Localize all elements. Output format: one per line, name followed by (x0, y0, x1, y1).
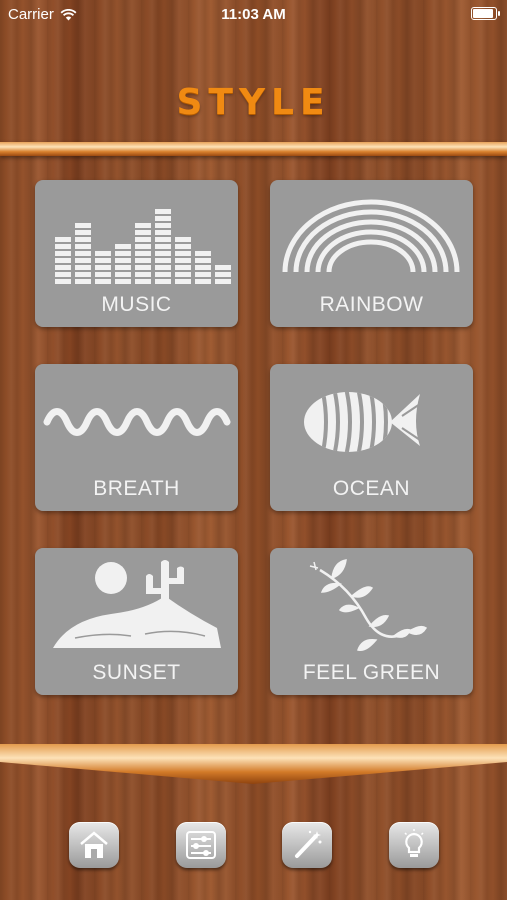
equalizer-segment (55, 258, 71, 263)
equalizer-segment (155, 251, 171, 256)
magic-wand-icon (295, 830, 322, 858)
home-icon (80, 831, 108, 858)
tile-label-ocean: OCEAN (332, 477, 411, 500)
bottom-divider-band (0, 744, 507, 784)
equalizer-segment (115, 244, 131, 249)
equalizer-segment (135, 237, 151, 242)
equalizer-segment (115, 265, 131, 270)
tile-label-music: MUSIC (101, 293, 172, 316)
equalizer-segment (75, 223, 91, 228)
equalizer-segment (195, 251, 211, 256)
equalizer-segment (55, 244, 71, 249)
equalizer-segment (175, 237, 191, 242)
tile-ocean[interactable]: OCEAN (270, 364, 473, 511)
equalizer-segment (55, 251, 71, 256)
equalizer-segment (135, 265, 151, 270)
equalizer-segment (95, 279, 111, 284)
equalizer-segment (75, 244, 91, 249)
equalizer-segment (195, 279, 211, 284)
equalizer-segment (95, 265, 111, 270)
equalizer-segment (215, 272, 231, 277)
equalizer-segment (135, 230, 151, 235)
equalizer-segment (135, 251, 151, 256)
equalizer-segment (75, 237, 91, 242)
page-title: STYLE (176, 82, 331, 123)
equalizer-segment (55, 272, 71, 277)
tile-label-rainbow: RAINBOW (319, 293, 424, 316)
equalizer-segment (175, 272, 191, 277)
equalizer-segment (175, 265, 191, 270)
equalizer-segment (175, 258, 191, 263)
equalizer-segment (155, 223, 171, 228)
equalizer-segment (75, 272, 91, 277)
equalizer-segment (55, 279, 71, 284)
equalizer-segment (175, 279, 191, 284)
nav-settings-button[interactable] (176, 822, 226, 868)
equalizer-segment (195, 258, 211, 263)
equalizer-segment (75, 265, 91, 270)
equalizer-segment (115, 279, 131, 284)
equalizer-segment (135, 244, 151, 249)
equalizer-segment (155, 216, 171, 221)
equalizer-segment (195, 272, 211, 277)
tile-rainbow[interactable]: RAINBOW (270, 180, 473, 327)
equalizer-segment (55, 237, 71, 242)
equalizer-segment (195, 265, 211, 270)
equalizer-segment (95, 251, 111, 256)
equalizer-segment (95, 258, 111, 263)
battery-fill (473, 9, 493, 18)
equalizer-segment (75, 251, 91, 256)
lightbulb-icon (404, 829, 424, 857)
tile-sunset[interactable]: SUNSET (35, 548, 238, 695)
tile-feel-green[interactable]: FEEL GREEN (270, 548, 473, 695)
equalizer-segment (135, 258, 151, 263)
equalizer-segment (155, 244, 171, 249)
battery-icon (471, 7, 500, 20)
equalizer-segment (135, 272, 151, 277)
equalizer-segment (175, 251, 191, 256)
status-bar: Carrier 11:03 AM (0, 0, 507, 28)
equalizer-segment (75, 279, 91, 284)
equalizer-segment (55, 265, 71, 270)
equalizer-segment (75, 258, 91, 263)
equalizer-segment (155, 237, 171, 242)
equalizer-segment (155, 230, 171, 235)
equalizer-segment (155, 258, 171, 263)
equalizer-segment (215, 265, 231, 270)
tile-label-sunset: SUNSET (92, 661, 181, 684)
equalizer-segment (115, 258, 131, 263)
equalizer-segment (115, 272, 131, 277)
bottom-nav (0, 822, 507, 872)
equalizer-segment (115, 251, 131, 256)
equalizer-segment (175, 244, 191, 249)
equalizer-segment (155, 279, 171, 284)
tile-breath[interactable]: BREATH (35, 364, 238, 511)
nav-effects-button[interactable] (282, 822, 332, 868)
equalizer-segment (155, 272, 171, 277)
clock: 11:03 AM (221, 6, 286, 23)
equalizer-segment (75, 230, 91, 235)
tile-label-feel-green: FEEL GREEN (302, 661, 441, 684)
equalizer-segment (215, 279, 231, 284)
tile-music[interactable]: MUSIC (35, 180, 238, 327)
equalizer-segment (135, 223, 151, 228)
equalizer-segment (135, 279, 151, 284)
tile-label-breath: BREATH (93, 477, 180, 500)
equalizer-segment (155, 209, 171, 214)
equalizer-segment (95, 272, 111, 277)
equalizer-segment (155, 265, 171, 270)
sliders-icon (186, 831, 216, 859)
nav-light-button[interactable] (389, 822, 439, 868)
nav-home-button[interactable] (69, 822, 119, 868)
header-divider-bar (0, 142, 507, 156)
